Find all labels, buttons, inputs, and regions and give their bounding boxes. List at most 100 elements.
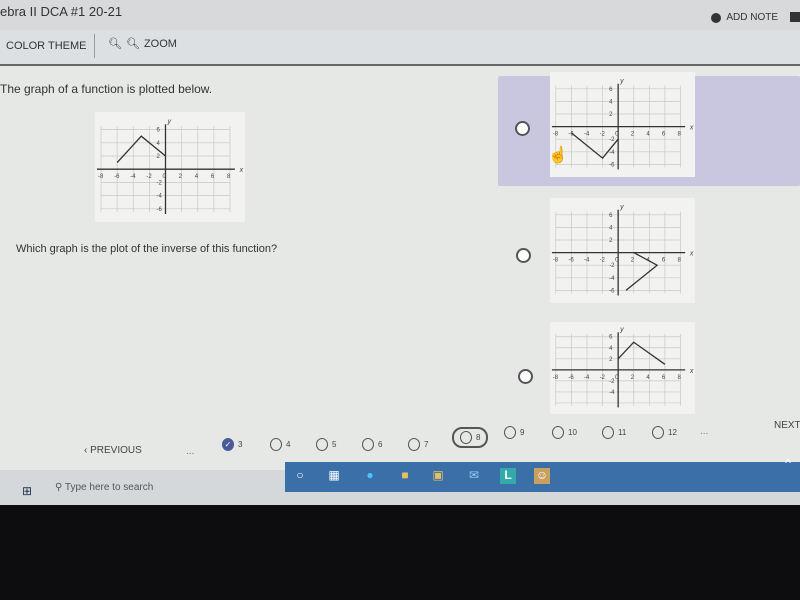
x-tick-label: -2 [600,132,606,138]
x-tick-label: -6 [114,174,120,180]
plus-icon [711,12,722,23]
page-11-button[interactable]: 11 [602,426,626,439]
zoom-label[interactable]: ZOOM [144,38,177,50]
page-number: 9 [520,428,525,437]
page-number: 11 [618,428,627,437]
windows-start-icon[interactable]: ⊞ [22,484,32,498]
cortana-icon[interactable]: ○ [292,468,308,484]
page-status-circle [602,426,614,439]
page-status-circle [362,438,374,451]
x-axis-label: x [239,167,244,174]
page-9-button[interactable]: 9 [504,426,524,439]
x-tick-label: -8 [98,174,104,180]
y-tick-label: -6 [157,207,163,213]
page-number: 7 [424,440,429,449]
task-view-icon[interactable]: ▦ [326,468,342,484]
screen: ebra II DCA #1 20-21 ADD NOTE COLOR THEM… [0,0,800,505]
title-bar: ebra II DCA #1 20-21 ADD NOTE [0,0,800,31]
page-4-button[interactable]: 4 [270,438,290,451]
mail-icon[interactable]: ✉ [466,468,482,484]
page-number: 4 [286,440,291,449]
page-3-button[interactable]: ✓ 3 [222,438,242,451]
page-status-circle [552,426,564,439]
previous-label: PREVIOUS [90,445,142,456]
question-graph: xy-8 -6 -4 -2 0 2 4 6 8642-2-4-6 [95,112,245,222]
y-tick-label: -2 [157,180,163,186]
search-placeholder: Type here to search [64,482,154,493]
y-axis-label: y [167,118,172,125]
page-status-circle [316,438,328,451]
app-icon[interactable]: ☺ [534,468,550,484]
x-tick-label: -8 [553,258,559,264]
hand-cursor-icon: ☝ [548,147,568,164]
question-prompt: The graph of a function is plotted below… [0,82,213,96]
option-1-graph[interactable]: xy-8 -6 -4 -2 0 2 4 6 8642-2-4-6 [550,72,695,177]
page-number: 12 [668,428,677,437]
store-icon[interactable]: ▣ [430,468,446,484]
page-status-circle [408,438,420,451]
y-tick-label: -4 [609,390,615,396]
taskbar-search[interactable]: ⚲ Type here to search [55,482,153,493]
toolbar: COLOR THEME 🔍︎ 🔍︎ ZOOM [0,30,800,66]
y-tick-label: -4 [609,276,615,282]
page-number: 8 [476,433,481,442]
option-2-graph[interactable]: xy-8 -6 -4 -2 0 2 4 6 8642-2-4-6 [550,198,695,303]
page-number: 6 [378,440,383,449]
add-note-label: ADD NOTE [726,12,778,23]
x-tick-label: -4 [130,174,136,180]
pager-ellipsis-right[interactable]: ... [700,426,708,437]
x-tick-label: -6 [568,258,574,264]
page-7-button[interactable]: 7 [408,438,428,451]
page-5-button[interactable]: 5 [316,438,336,451]
x-tick-label: -4 [584,375,590,381]
page-status-circle [460,431,472,444]
tray-chevron-icon[interactable]: ^ [780,456,796,472]
page-10-button[interactable]: 10 [552,426,577,439]
x-tick-label: -8 [553,132,559,138]
page-number: 10 [568,428,577,437]
page-number: 3 [238,440,243,449]
check-icon: ✓ [222,438,234,451]
page-6-button[interactable]: 6 [362,438,382,451]
note-icon[interactable] [790,12,800,22]
option-3-radio[interactable] [518,369,533,384]
edge-icon[interactable]: ● [362,468,378,484]
y-tick-label: -6 [609,288,615,294]
x-tick-label: -4 [584,132,590,138]
file-explorer-icon[interactable]: ■ [397,468,413,484]
previous-button[interactable]: ‹ PREVIOUS [84,445,142,456]
question-pager: ‹ PREVIOUS ... ... NEXT ✓ 3 4 5 6 7 8 9 10 11 12 [0,410,800,457]
question-ask: Which graph is the plot of the inverse o… [16,243,278,255]
zoom-in-icon[interactable]: 🔍︎ [126,37,140,50]
test-title: ebra II DCA #1 20-21 [0,4,123,19]
y-tick-label: -4 [157,194,163,200]
page-status-circle [270,438,282,451]
divider [94,34,95,58]
x-tick-label: -8 [553,375,559,381]
x-axis-label: x [689,125,694,132]
x-tick-label: -4 [584,258,590,264]
y-axis-label: y [619,326,624,333]
y-tick-label: -2 [609,263,615,269]
x-axis-label: x [689,251,694,258]
y-axis-label: y [619,78,624,85]
y-tick-label: -2 [609,379,615,385]
page-8-button[interactable]: 8 [452,427,489,448]
add-note-button[interactable]: ADD NOTE [711,12,778,23]
page-12-button[interactable]: 12 [652,426,677,439]
option-1-radio[interactable] [515,121,530,136]
option-2-radio[interactable] [516,248,531,263]
color-theme-button[interactable]: COLOR THEME [6,40,86,52]
y-axis-label: y [619,204,624,211]
app-l-icon[interactable]: L [500,468,516,484]
option-3-graph[interactable]: xy-8 -6 -4 -2 0 2 4 6 8642-2-4 [550,322,695,414]
zoom-out-icon[interactable]: 🔍︎ [108,37,122,50]
graph-background [95,112,245,222]
x-tick-label: -2 [146,174,152,180]
pager-ellipsis-left[interactable]: ... [186,446,194,457]
x-tick-label: -2 [600,375,606,381]
page-status-circle [504,426,516,439]
page-number: 5 [332,440,337,449]
next-button[interactable]: NEXT [774,420,800,431]
x-axis-label: x [689,368,694,375]
